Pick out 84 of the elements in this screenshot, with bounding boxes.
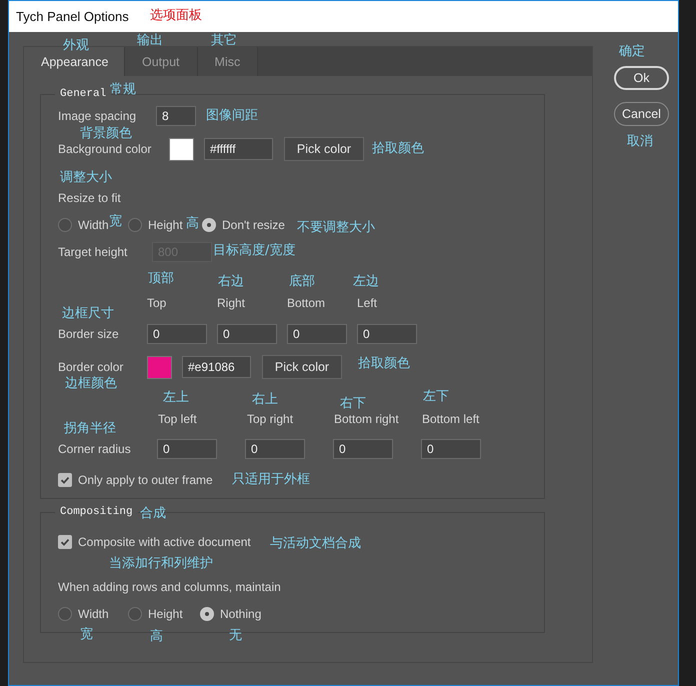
annotation-label: 只适用于外框	[232, 472, 310, 488]
checkbox[interactable]	[58, 473, 72, 487]
column-label: Top left	[158, 412, 198, 426]
group-legend: Compositing	[55, 505, 138, 519]
annotation-label: 其它	[211, 33, 237, 49]
annotation-label: 合成	[140, 506, 166, 522]
color-swatch[interactable]	[169, 138, 194, 160]
field-label: Background color	[58, 142, 152, 156]
annotation-label: 拐角半径	[64, 421, 116, 437]
annotation-label: 选项面板	[150, 8, 202, 24]
annotation-label: 调整大小	[60, 170, 112, 186]
pick-color-button[interactable]: Pick color	[284, 137, 364, 161]
annotation-label: 当添加行和列维护	[109, 556, 213, 572]
radio-button[interactable]	[58, 607, 72, 621]
section-label: Resize to fit	[58, 191, 121, 205]
input-field[interactable]: 0	[245, 439, 305, 459]
radio-label: Height	[148, 607, 183, 621]
field-label: Image spacing	[58, 109, 138, 123]
section-label: When adding rows and columns, maintain	[58, 580, 281, 594]
radio-label: Height	[148, 218, 183, 232]
annotation-label: 底部	[289, 274, 315, 290]
column-label: Bottom left	[422, 412, 480, 426]
input-field[interactable]: #ffffff	[204, 138, 273, 160]
radio-label: Don't resize	[222, 218, 285, 232]
annotation-label: 宽	[80, 627, 93, 643]
radio-label: Width	[78, 218, 109, 232]
annotation-label: 左上	[163, 390, 189, 406]
annotation-label: 右下	[340, 396, 366, 412]
color-swatch[interactable]	[147, 356, 172, 378]
column-label: Right	[217, 296, 246, 310]
annotation-label: 确定	[619, 44, 645, 60]
field-label: Target height	[58, 245, 128, 259]
radio-label: Width	[78, 607, 109, 621]
field-label: Corner radius	[58, 442, 129, 456]
input-field[interactable]: 0	[287, 324, 347, 344]
annotation-label: 不要调整大小	[297, 220, 375, 236]
input-field[interactable]: 0	[147, 324, 207, 344]
pick-color-button[interactable]: Pick color	[262, 355, 342, 379]
annotation-label: 左边	[353, 274, 379, 290]
input-field[interactable]: 0	[421, 439, 481, 459]
dialog-button[interactable]: Ok	[614, 66, 669, 90]
radio-button[interactable]	[128, 607, 142, 621]
annotation-label: 宽	[109, 214, 122, 230]
radio-button[interactable]	[202, 218, 216, 232]
input-field[interactable]: 0	[333, 439, 393, 459]
annotation-label: 右上	[252, 392, 278, 408]
annotation-label: 高	[186, 216, 199, 232]
field-label: Border size	[58, 327, 120, 341]
annotation-label: 输出	[137, 33, 163, 49]
checkbox-label: Only apply to outer frame	[78, 473, 213, 487]
annotation-label: 取消	[627, 134, 653, 150]
annotation-label: 背景颜色	[80, 126, 132, 142]
annotation-label: 目标高度/宽度	[213, 243, 296, 259]
checkbox[interactable]	[58, 535, 72, 549]
annotation-label: 边框尺寸	[62, 306, 114, 322]
annotation-label: 图像间距	[206, 108, 258, 124]
input-field[interactable]: 0	[157, 439, 217, 459]
annotation-label: 常规	[110, 82, 136, 98]
radio-button[interactable]	[128, 218, 142, 232]
input-field[interactable]: 0	[357, 324, 417, 344]
annotation-label: 边框颜色	[65, 376, 117, 392]
dialog-button[interactable]: Cancel	[614, 102, 669, 126]
input-field[interactable]: 0	[217, 324, 277, 344]
window-title: Tych Panel Options	[16, 9, 129, 24]
annotation-label: 高	[150, 629, 163, 645]
radio-button[interactable]	[58, 218, 72, 232]
column-label: Top	[147, 296, 168, 310]
radio-label: Nothing	[220, 607, 262, 621]
annotation-label: 左下	[423, 389, 449, 405]
field-label: Border color	[58, 360, 124, 374]
column-label: Top right	[247, 412, 294, 426]
checkbox-label: Composite with active document	[78, 535, 251, 549]
input-field[interactable]: #e91086	[182, 356, 251, 378]
annotation-label: 右边	[218, 274, 244, 290]
column-label: Left	[357, 296, 378, 310]
radio-button[interactable]	[200, 607, 214, 621]
input-field[interactable]: 8	[156, 106, 196, 126]
annotation-label: 无	[229, 628, 242, 644]
annotation-label: 顶部	[148, 271, 174, 287]
column-label: Bottom right	[334, 412, 400, 426]
annotation-label: 拾取颜色	[358, 356, 410, 372]
annotation-label: 与活动文档合成	[270, 536, 361, 552]
column-label: Bottom	[287, 296, 326, 310]
annotation-label: 拾取颜色	[372, 141, 424, 157]
